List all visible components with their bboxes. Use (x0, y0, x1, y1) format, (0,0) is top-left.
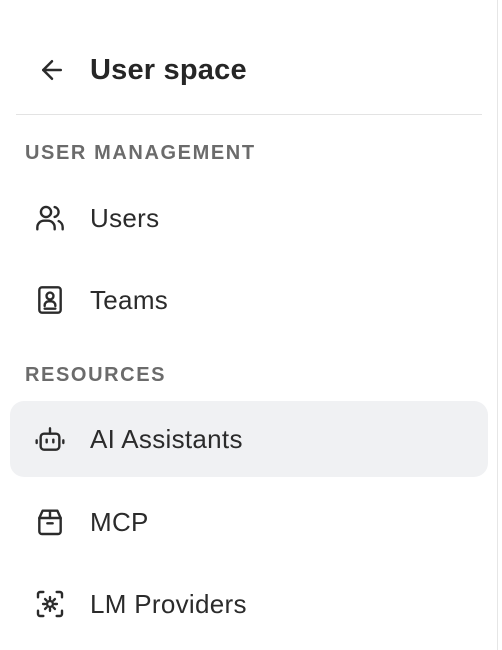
sidebar-item-label: LM Providers (90, 588, 247, 619)
contact-book-icon (34, 284, 66, 316)
sidebar-item-users[interactable]: Users (10, 180, 488, 256)
sidebar: User space USER MANAGEMENT Users Teams R… (0, 0, 498, 650)
sidebar-item-mcp[interactable]: MCP (10, 484, 488, 560)
sidebar-item-teams[interactable]: Teams (10, 262, 488, 338)
header-divider (16, 114, 482, 115)
bot-icon (34, 423, 66, 455)
page-title: User space (90, 53, 247, 86)
back-button[interactable] (30, 48, 74, 92)
section-label-resources: RESOURCES (25, 364, 167, 386)
users-icon (34, 202, 66, 234)
server-cog-icon (34, 588, 66, 620)
sidebar-header: User space (16, 36, 482, 104)
section-label-user-management: USER MANAGEMENT (25, 142, 256, 164)
sidebar-item-ai-assistants[interactable]: AI Assistants (10, 401, 488, 477)
sidebar-item-label: MCP (90, 506, 149, 537)
arrow-left-icon (37, 55, 67, 85)
sidebar-item-label: AI Assistants (90, 423, 243, 454)
toolbox-icon (34, 506, 66, 538)
sidebar-item-lm-providers[interactable]: LM Providers (10, 566, 488, 642)
sidebar-item-label: Users (90, 202, 160, 233)
sidebar-item-label: Teams (90, 284, 169, 315)
